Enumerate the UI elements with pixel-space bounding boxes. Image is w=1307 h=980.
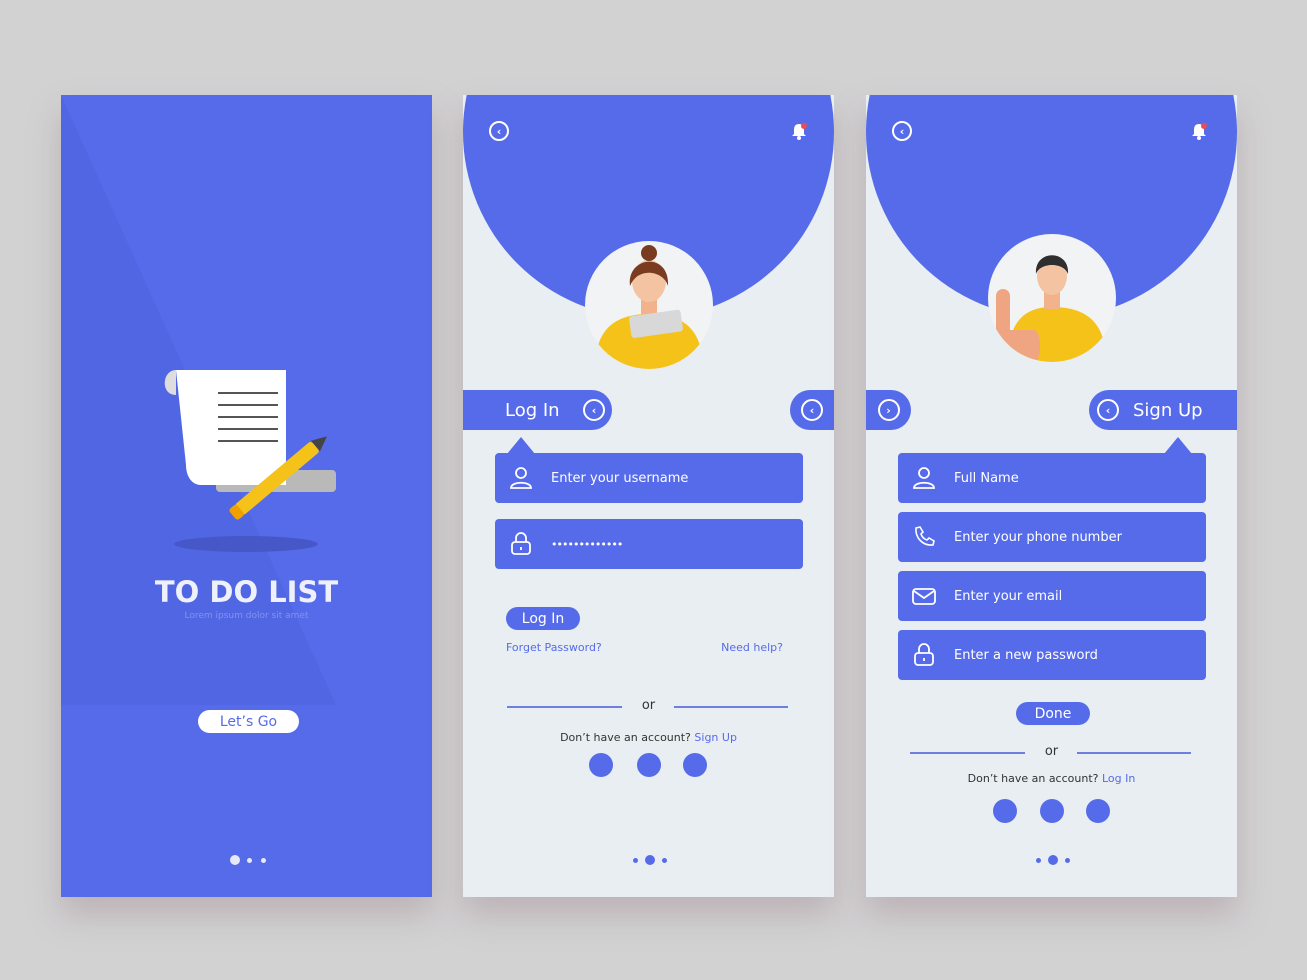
divider [1077,752,1191,754]
page-dot[interactable] [633,858,638,863]
login-button[interactable]: Log In [506,607,580,630]
phone-icon [915,526,935,546]
app-title: TO DO LIST [154,575,339,609]
social-login-button[interactable] [993,799,1017,823]
page-dot[interactable] [247,858,252,863]
user-icon [913,467,935,489]
mail-icon [912,588,936,605]
scroll-pencil-illustration [164,370,336,552]
lets-go-button[interactable]: Let’s Go [198,710,299,733]
password-value: ••••••••••••• [551,537,623,551]
need-help-link[interactable]: Need help? [721,641,783,654]
page-dot[interactable] [1065,858,1070,863]
social-login-button[interactable] [637,753,661,777]
app-subtitle: Lorem ipsum dolor sit amet [184,611,309,621]
signup-screen: ‹ › ‹ Sign Up Full Name Enter your phone… [866,95,1237,897]
page-dot[interactable] [662,858,667,863]
chevron-right-icon: › [877,399,900,421]
back-icon[interactable]: ‹ [489,121,509,141]
full-name-input[interactable]: Full Name [898,453,1206,503]
new-password-placeholder: Enter a new password [954,647,1098,663]
lock-icon [914,643,934,666]
lock-icon [511,532,531,555]
no-account-text: Don’t have an account? [967,772,1099,785]
page-dot[interactable] [261,858,266,863]
field-pointer [507,437,535,454]
username-placeholder: Enter your username [551,470,689,486]
user-icon [510,467,532,489]
social-login-button[interactable] [1040,799,1064,823]
login-screen: ‹ Log In ‹ ‹ Enter your username •••••••… [463,95,834,897]
email-placeholder: Enter your email [954,588,1063,604]
field-pointer [1164,437,1192,454]
login-link[interactable]: Log In [1102,772,1135,785]
bell-icon[interactable] [1190,122,1208,140]
divider [674,706,788,708]
intro-screen: TO DO LIST Lorem ipsum dolor sit amet Le… [61,95,432,897]
chevron-left-icon: ‹ [801,399,823,421]
login-prompt: Don’t have an account? Log In [866,772,1237,785]
tab-signup-label: Sign Up [1133,399,1203,421]
tab-login[interactable]: Log In ‹ [463,390,612,430]
tab-signup-collapsed[interactable]: ‹ [790,390,834,430]
chevron-left-icon[interactable]: ‹ [1097,399,1119,421]
social-login-button[interactable] [589,753,613,777]
forgot-password-link[interactable]: Forget Password? [506,641,602,654]
full-name-placeholder: Full Name [954,470,1019,486]
password-input[interactable]: ••••••••••••• [495,519,803,569]
tab-signup[interactable]: ‹ Sign Up [1089,390,1237,430]
social-login-button[interactable] [1086,799,1110,823]
tab-login-label: Log In [505,399,560,421]
phone-input[interactable]: Enter your phone number [898,512,1206,562]
signup-link[interactable]: Sign Up [694,731,737,744]
chevron-left-icon[interactable]: ‹ [583,399,605,421]
avatar-woman [585,241,713,369]
new-password-input[interactable]: Enter a new password [898,630,1206,680]
page-dot-active[interactable] [230,855,240,865]
phone-placeholder: Enter your phone number [954,529,1122,545]
bell-icon[interactable] [790,122,808,140]
tab-login-collapsed[interactable]: › [866,390,911,430]
page-dot[interactable] [1036,858,1041,863]
username-input[interactable]: Enter your username [495,453,803,503]
social-login-button[interactable] [683,753,707,777]
done-button[interactable]: Done [1016,702,1090,725]
signup-prompt: Don’t have an account? Sign Up [463,731,834,744]
avatar-man [988,234,1116,362]
email-input[interactable]: Enter your email [898,571,1206,621]
page-dot-active[interactable] [1048,855,1058,865]
back-icon[interactable]: ‹ [892,121,912,141]
page-dot-active[interactable] [645,855,655,865]
no-account-text: Don’t have an account? [560,731,691,744]
